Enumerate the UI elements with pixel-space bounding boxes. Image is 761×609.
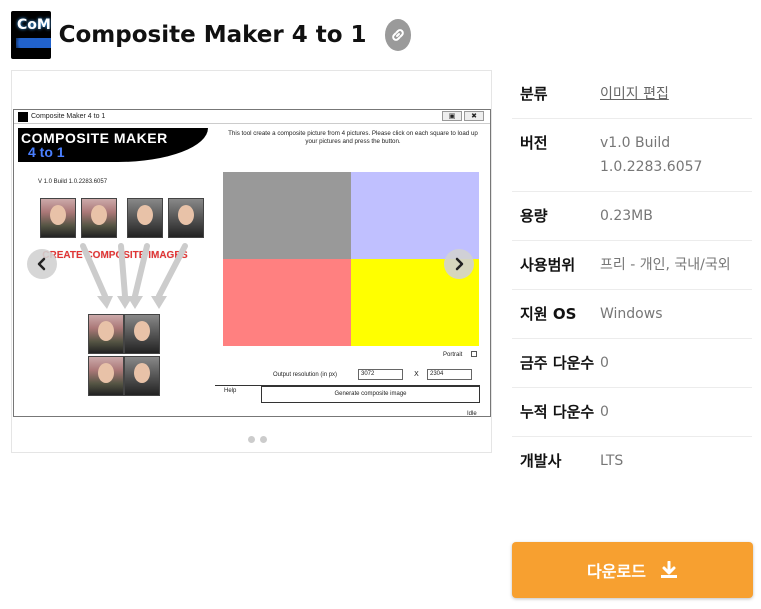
banner-subtitle: 4 to 1 (28, 144, 65, 160)
arrows-graphic (80, 243, 188, 309)
resolution-label: Output resolution (in px) (273, 372, 338, 378)
info-label: 용량 (520, 207, 548, 225)
info-label: 분류 (520, 85, 548, 103)
info-label: 금주 다운수 (520, 354, 595, 372)
app-icon-glow (16, 38, 51, 48)
height-input[interactable]: 2304 (427, 369, 472, 380)
composite-grid (223, 172, 479, 346)
page-title: Composite Maker 4 to 1 (58, 22, 367, 48)
screenshot-gallery: Composite Maker 4 to 1 ▣ ✖ COMPOSITE MAK… (11, 70, 492, 453)
sample-photo (81, 198, 117, 238)
resolution-separator: X (414, 370, 419, 378)
info-row: 개발사 LTS (512, 437, 752, 485)
info-label: 개발사 (520, 452, 562, 470)
info-row: 분류 이미지 편집 (512, 70, 752, 119)
composite-photo (88, 314, 124, 354)
info-row: 누적 다운수 0 (512, 388, 752, 437)
info-value: LTS (600, 453, 624, 469)
window-titlebar: Composite Maker 4 to 1 ▣ ✖ (14, 110, 490, 124)
composite-photo (124, 356, 160, 396)
info-row: 지원 OS Windows (512, 290, 752, 339)
sample-photo (127, 198, 163, 238)
window-restore-icon: ▣ (442, 111, 462, 121)
download-icon (660, 561, 677, 578)
window-body: COMPOSITE MAKER 4 to 1 V 1.0 Build 1.0.2… (18, 126, 488, 417)
help-button[interactable]: Help (224, 388, 236, 394)
info-label: 사용범위 (520, 256, 576, 274)
gallery-dot[interactable] (260, 436, 267, 443)
info-value: 프리 - 개인, 국내/국외 (600, 257, 731, 273)
app-icon: CoM (11, 11, 51, 59)
version-text: V 1.0 Build 1.0.2283.6057 (38, 179, 108, 185)
sample-photo (168, 198, 204, 238)
app-header: CoM Composite Maker 4 to 1 (11, 11, 411, 59)
description-text: This tool create a composite picture fro… (228, 130, 478, 146)
info-label: 지원 OS (520, 305, 577, 323)
info-row: 버전 v1.0 Build 1.0.2283.6057 (512, 119, 752, 192)
portrait-label: Portrait (443, 352, 463, 358)
category-link[interactable]: 이미지 편집 (600, 82, 752, 106)
chevron-left-icon (37, 257, 46, 271)
info-value: Windows (600, 306, 663, 322)
share-link-button[interactable] (384, 19, 411, 51)
composite-photo (88, 356, 124, 396)
download-label: 다운로드 (587, 562, 646, 581)
link-icon (391, 29, 404, 41)
info-value: 0.23MB (600, 208, 653, 224)
grid-cell-1[interactable] (223, 172, 351, 259)
width-input[interactable]: 3072 (358, 369, 403, 380)
composite-photo (124, 314, 160, 354)
info-label: 버전 (520, 134, 548, 152)
grid-cell-2[interactable] (351, 172, 479, 259)
app-banner: COMPOSITE MAKER 4 to 1 (18, 128, 208, 162)
portrait-checkbox[interactable] (471, 351, 477, 357)
gallery-dots (248, 436, 267, 443)
sample-photo (40, 198, 76, 238)
info-row: 용량 0.23MB (512, 192, 752, 241)
status-text: Idle (467, 411, 477, 417)
gallery-dot[interactable] (248, 436, 255, 443)
info-label: 누적 다운수 (520, 403, 595, 421)
info-table: 분류 이미지 편집버전 v1.0 Build 1.0.2283.6057 용량 0.23… (512, 70, 752, 485)
window-close-icon: ✖ (464, 111, 484, 121)
info-value: v1.0 Build 1.0.2283.6057 (600, 135, 703, 175)
gallery-prev-button[interactable] (27, 249, 57, 279)
info-row: 사용범위 프리 - 개인, 국내/국외 (512, 241, 752, 290)
info-value: 0 (600, 404, 609, 420)
grid-cell-3[interactable] (223, 259, 351, 346)
chevron-right-icon (455, 257, 464, 271)
generate-button[interactable]: Generate composite image (261, 386, 480, 403)
gallery-next-button[interactable] (444, 249, 474, 279)
info-row: 금주 다운수 0 (512, 339, 752, 388)
app-screenshot[interactable]: Composite Maker 4 to 1 ▣ ✖ COMPOSITE MAK… (13, 109, 491, 417)
info-value: 0 (600, 355, 609, 371)
window-icon (18, 111, 28, 122)
download-button[interactable]: 다운로드 (512, 542, 753, 598)
app-icon-text: CoM (17, 17, 51, 33)
window-title: Composite Maker 4 to 1 (31, 113, 106, 120)
